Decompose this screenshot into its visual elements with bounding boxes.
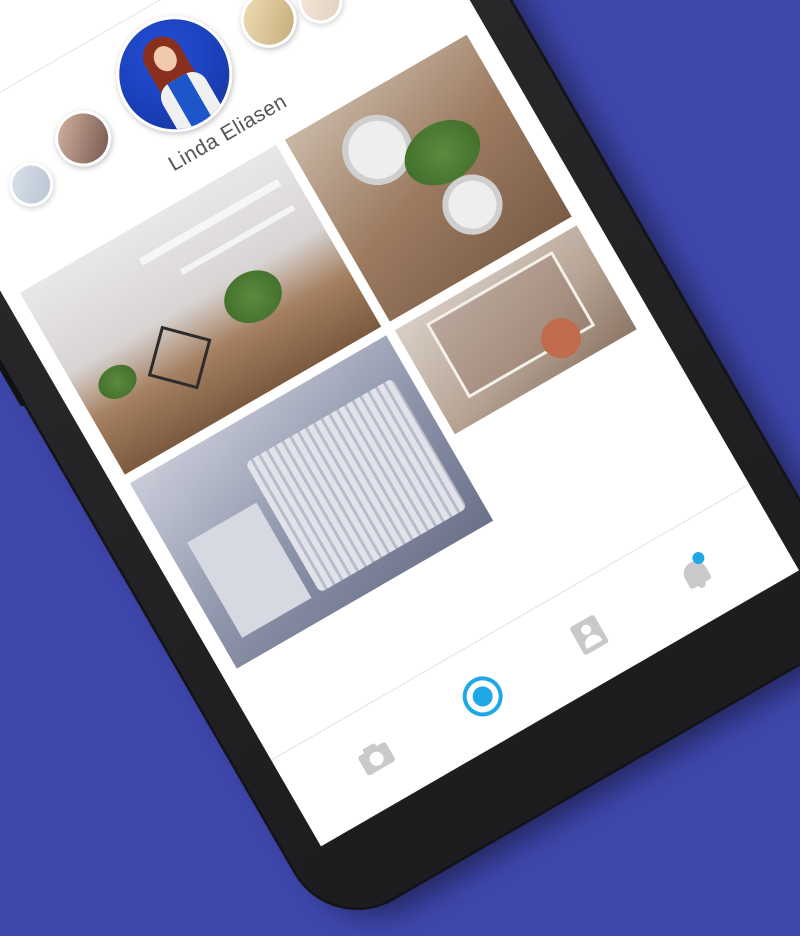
record-button[interactable] (454, 668, 510, 724)
avatar-small-left[interactable] (44, 100, 122, 177)
avatar-small-far-right[interactable] (290, 0, 351, 32)
bell-icon[interactable] (668, 546, 723, 601)
record-icon (454, 668, 510, 724)
contact-icon[interactable] (561, 607, 616, 662)
phone-body: Linda Eliasen (0, 0, 800, 933)
avatar-small-far-left[interactable] (1, 154, 62, 215)
side-button (0, 326, 27, 408)
app-screen: Linda Eliasen (0, 0, 800, 847)
avatar-small-right[interactable] (230, 0, 307, 59)
camera-icon[interactable] (348, 730, 403, 785)
